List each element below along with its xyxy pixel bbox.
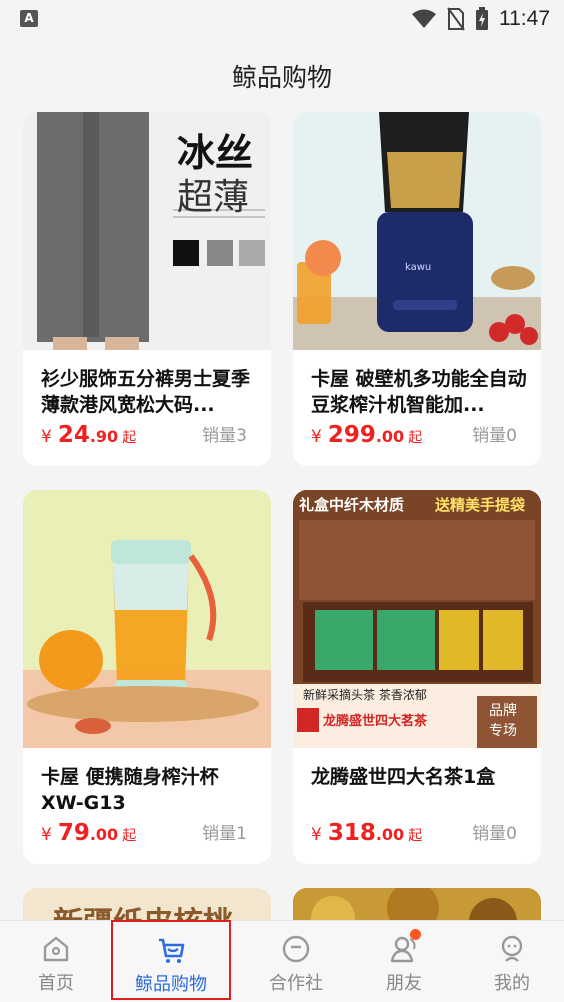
product-image[interactable] (23, 490, 271, 748)
cart-icon (159, 938, 185, 963)
product-card[interactable] (293, 888, 541, 920)
tab-cooperative[interactable]: 合作社 (240, 921, 352, 1002)
image-caption: 超薄 (177, 177, 250, 218)
image-caption: 新疆纸皮核桃 (53, 898, 233, 920)
product-image[interactable]: 冰丝 超薄 (23, 112, 271, 350)
home-icon (43, 936, 69, 962)
status-time: 11:47 (499, 7, 550, 30)
product-image[interactable] (293, 888, 541, 920)
product-grid[interactable]: 冰丝 超薄 衫少服饰五分裤男士夏季薄款港风宽松大码... ¥24.90 起 销量3 (0, 112, 564, 920)
sales-count: 销量0 (472, 426, 517, 446)
image-caption: 品牌 (489, 703, 517, 719)
page-title: 鲸品购物 (231, 63, 332, 92)
image-caption: 新鲜采摘头茶 茶香浓郁 (303, 688, 427, 702)
product-price: ¥24.90 起 (41, 422, 137, 448)
product-card[interactable]: 冰丝 超薄 衫少服饰五分裤男士夏季薄款港风宽松大码... ¥24.90 起 销量3 (23, 112, 271, 466)
product-title[interactable]: 卡屋 便携随身榨汁杯XW-G13 (41, 764, 259, 816)
notification-badge (410, 929, 421, 940)
status-icons: 11:47 (411, 6, 550, 32)
sales-count: 销量0 (472, 824, 517, 844)
image-caption: 礼盒中纤木材质 (299, 496, 405, 514)
image-caption: 送精美手提袋 (435, 496, 526, 514)
product-card[interactable]: 新疆纸皮核桃 (23, 888, 271, 920)
product-image[interactable]: 新疆纸皮核桃 (23, 888, 271, 920)
app-notification-icon: A (20, 10, 38, 27)
status-bar: A 11:47 (0, 0, 564, 38)
image-caption: 龙腾盛世四大茗茶 (323, 714, 428, 729)
app-header: 鲸品购物 (0, 38, 564, 112)
sales-count: 销量3 (202, 426, 247, 446)
blender-photo (293, 112, 541, 350)
product-card[interactable]: 礼盒中纤木材质 送精美手提袋 新鲜采摘头茶 茶香浓郁 龙腾盛世四大茗茶 品牌 专… (293, 490, 541, 864)
brand-mark: kawu (405, 262, 432, 273)
product-price: ¥318.00 起 (311, 820, 423, 846)
battery-charging-icon (476, 7, 488, 30)
sales-count: 销量1 (202, 824, 247, 844)
tab-home[interactable]: 首页 (0, 921, 112, 1002)
product-price: ¥79.00 起 (41, 820, 137, 846)
product-card[interactable]: 卡屋 便携随身榨汁杯XW-G13 ¥79.00 起 销量1 (23, 490, 271, 864)
juicer-cup-photo (23, 490, 271, 748)
product-photo (293, 888, 541, 920)
bottom-tab-bar: 首页 鲸品购物 合作社 朋友 我的 (0, 920, 564, 1002)
product-title[interactable]: 卡屋 破壁机多功能全自动豆浆榨汁机智能加... (311, 366, 529, 418)
no-sim-icon (447, 7, 465, 31)
product-image[interactable]: 礼盒中纤木材质 送精美手提袋 新鲜采摘头茶 茶香浓郁 龙腾盛世四大茗茶 品牌 专… (293, 490, 541, 748)
product-card[interactable]: kawu 卡屋 破壁机多功能全自动豆浆榨汁机智能加... ¥299.00 起 销量… (293, 112, 541, 466)
profile-icon (501, 935, 523, 962)
tab-profile[interactable]: 我的 (456, 921, 564, 1002)
minus-circle-icon (282, 935, 310, 963)
product-price: ¥299.00 起 (311, 422, 423, 448)
product-title[interactable]: 衫少服饰五分裤男士夏季薄款港风宽松大码... (41, 366, 259, 418)
tab-friends[interactable]: 朋友 (348, 921, 460, 1002)
product-title[interactable]: 龙腾盛世四大名茶1盒 (311, 764, 529, 790)
product-image[interactable]: kawu (293, 112, 541, 350)
image-caption: 专场 (489, 723, 517, 739)
wifi-icon (412, 9, 436, 28)
tab-shopping[interactable]: 鲸品购物 (111, 920, 231, 1000)
